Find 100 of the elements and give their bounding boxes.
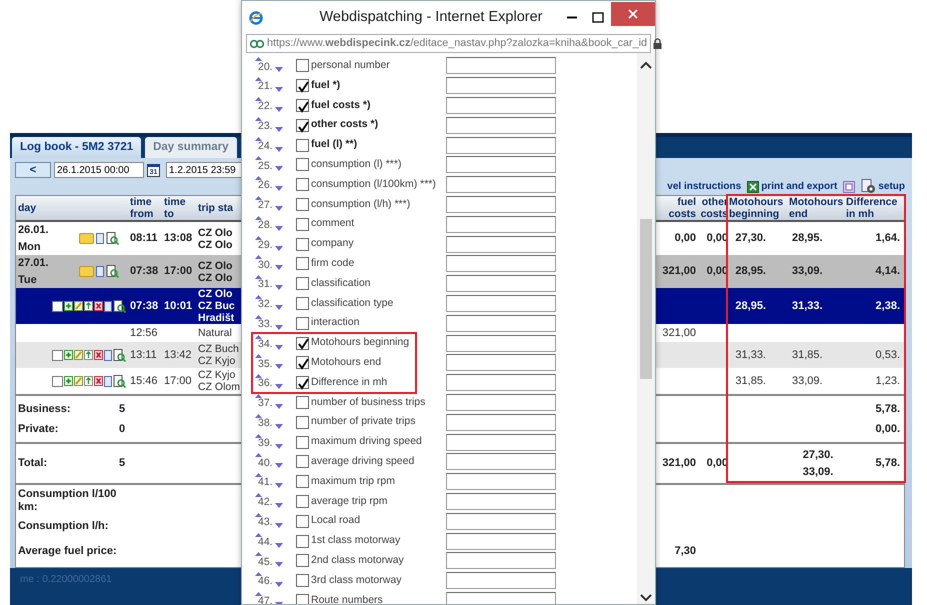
row-number: 30. — [258, 258, 273, 273]
table-cell-text: 1,23. — [874, 374, 901, 389]
table-cell-text: 321,00 — [661, 264, 696, 280]
url-text: https://www.webdispecink.cz/editace_nastav.php?zalozka=kniha&book_car_id — [267, 36, 648, 52]
summary-label: Total: — [17, 457, 48, 470]
row-number: 41. — [258, 475, 273, 490]
time-cell-text: 07:38 — [130, 264, 160, 280]
option-label: Local road — [311, 514, 360, 526]
option-label: comment — [311, 217, 354, 230]
table-cell-text: 5,78. — [874, 402, 901, 417]
time-cell-text: 08:11 — [130, 231, 159, 246]
table-cell-text: 321,00 — [661, 456, 696, 472]
row-number: 47. — [258, 594, 273, 604]
trip-start-text: CZ Buch — [198, 343, 240, 355]
option-label: average driving speed — [311, 454, 414, 467]
window-title: Webdispatching - Internet Explorer — [318, 8, 544, 27]
time-cell-text: 12:56 — [130, 326, 159, 341]
summary-label: Consumption l/100 km: — [17, 488, 118, 514]
option-label: consumption (l/h) ***) — [311, 198, 410, 210]
option-label: 1st class motorway — [311, 534, 400, 546]
row-number: 25. — [258, 158, 273, 174]
summary-label: Consumption l/h: — [17, 520, 110, 533]
row-number: 38. — [258, 416, 273, 431]
option-label: average trip rpm — [311, 494, 388, 507]
time-cell-text: 13:08 — [164, 231, 194, 246]
table-cell-text: 0,53. — [874, 348, 901, 363]
row-number: 27. — [258, 198, 273, 214]
option-label: maximum trip rpm — [311, 474, 396, 487]
option-label: 2nd class motorway — [311, 554, 404, 566]
option-label: number of private trips — [311, 415, 416, 428]
summary-label: Business: — [17, 402, 72, 416]
time-cell-text: 17:00 — [164, 374, 193, 389]
table-cell-text: 31,85. — [791, 348, 824, 363]
time-cell-text: 17:00 — [164, 264, 194, 280]
option-label: company — [311, 237, 354, 250]
trip-start-text: CZ Kyjo — [198, 369, 236, 381]
summary-value: 0 — [119, 422, 126, 437]
trip-start-text: CZ Olo — [198, 226, 234, 238]
table-cell-text: 33,09. — [791, 374, 824, 389]
option-label: Motohours end — [311, 356, 382, 368]
row-number: 43. — [258, 514, 273, 530]
table-cell-text: 0,00 — [674, 231, 696, 246]
row-number: 20. — [258, 60, 273, 75]
option-label: personal number — [311, 59, 390, 72]
option-label: consumption (l/100km) ***) — [311, 178, 436, 190]
time-cell-text: 10:01 — [164, 298, 194, 314]
row-number: 44. — [258, 534, 273, 550]
row-number: 29. — [258, 238, 273, 253]
option-label: maximum driving speed — [311, 435, 422, 448]
table-cell-text: 4,14. — [874, 264, 901, 280]
summary-value: 5 — [119, 456, 126, 472]
table-cell-text: 28,95. — [791, 231, 824, 246]
table-cell-text: 28,95. — [734, 298, 767, 314]
row-number: 21. — [258, 79, 273, 94]
trip-start-text: Natural — [198, 327, 233, 339]
trip-start-text: CZ Olo — [198, 260, 234, 272]
row-number: 26. — [258, 178, 273, 194]
time-cell-text: 13:42 — [164, 348, 193, 363]
row-number: 46. — [258, 574, 273, 590]
day-date: 26.01. — [18, 223, 50, 238]
row-number: 28. — [258, 218, 273, 234]
row-number: 24. — [258, 138, 273, 154]
option-label: Motohours beginning — [311, 336, 410, 348]
time-cell-text: 13:11 — [130, 348, 158, 363]
table-cell-text: 31,33. — [734, 348, 767, 363]
summary-value: 5 — [119, 402, 126, 417]
table-cell-text: 31,33. — [791, 298, 824, 314]
option-label: classification — [311, 276, 371, 289]
row-number: 32. — [258, 297, 273, 312]
option-label: Difference in mh — [311, 376, 388, 388]
option-label: consumption (l) ***) — [311, 158, 402, 170]
time-cell-text: 15:46 — [130, 374, 159, 389]
day-weekday: Tue — [18, 272, 38, 288]
table-cell-text: 321,00 — [661, 326, 696, 341]
summary-label: Average fuel price: — [17, 545, 118, 558]
option-label: 3rd class motorway — [311, 574, 402, 586]
table-cell-text: 0,00. — [874, 422, 901, 437]
row-number: 23. — [258, 119, 273, 134]
summary-label: Private: — [17, 422, 60, 436]
footer-text: me : 0.22000002861 — [20, 574, 112, 585]
table-cell-text: 27,30. — [802, 448, 834, 463]
row-number: 42. — [258, 495, 273, 510]
option-label: classification type — [311, 296, 394, 309]
table-cell-text: 1,64. — [874, 231, 901, 246]
row-number: 36. — [258, 376, 273, 392]
row-number: 34. — [258, 336, 273, 352]
table-cell-text: 7,30 — [674, 544, 696, 560]
trip-start-text: CZ Olo — [198, 288, 234, 300]
trip-start-text: CZ Olo — [198, 238, 234, 250]
row-number: 22. — [258, 99, 273, 114]
table-cell-text: 28,95. — [734, 264, 767, 280]
table-cell-text: 27,30. — [734, 231, 767, 246]
option-label: fuel costs *) — [311, 98, 371, 111]
option-label: other costs *) — [311, 118, 378, 130]
trip-start-text: CZ Kyjo — [198, 355, 236, 367]
option-label: fuel (l) **) — [311, 138, 358, 150]
option-label: Route numbers — [311, 594, 383, 604]
option-label: firm code — [311, 256, 354, 269]
table-cell-text: 33,09. — [802, 464, 834, 480]
trip-start-text: CZ Olom — [198, 381, 240, 393]
